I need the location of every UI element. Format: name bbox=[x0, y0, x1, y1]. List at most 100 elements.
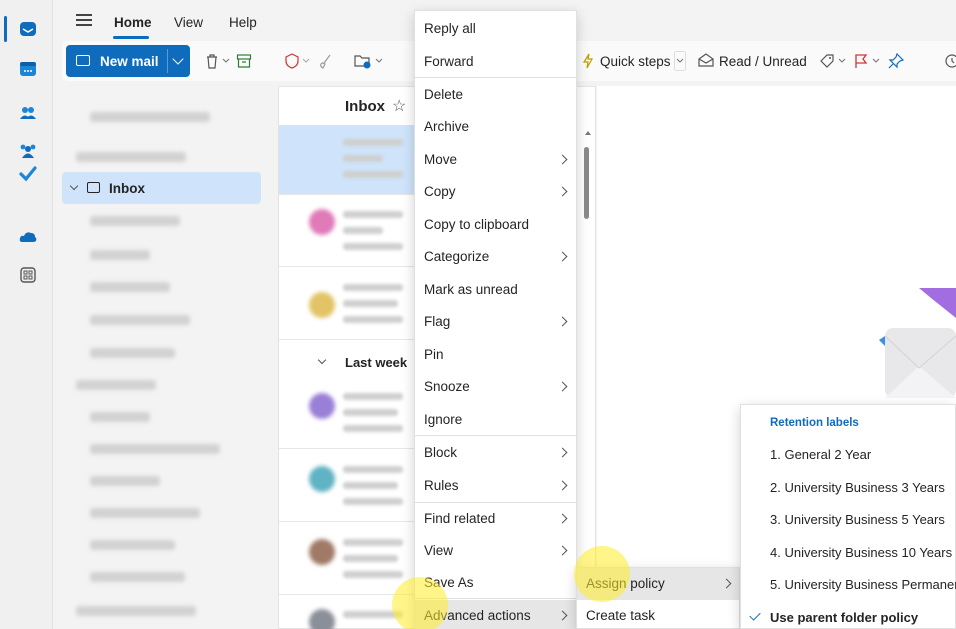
message-row[interactable] bbox=[279, 125, 415, 195]
menu-item-snooze[interactable]: Snooze bbox=[415, 371, 576, 403]
message-row[interactable] bbox=[279, 525, 415, 595]
hamburger-menu-icon[interactable] bbox=[76, 14, 92, 26]
tag-dropdown-icon[interactable] bbox=[838, 58, 846, 64]
active-app-indicator bbox=[4, 16, 7, 42]
folder-item-inbox[interactable]: Inbox bbox=[62, 172, 261, 204]
folder-item-blurred[interactable] bbox=[90, 476, 160, 486]
assign-policy-submenu: Retention labels 1. General 2 Year 2. Uni… bbox=[740, 404, 956, 629]
calendar-app-icon[interactable] bbox=[19, 60, 37, 78]
menu-item-delete[interactable]: Delete bbox=[415, 79, 576, 111]
people-app-icon[interactable] bbox=[19, 104, 37, 122]
menu-item-rules[interactable]: Rules bbox=[415, 470, 576, 502]
folder-item-blurred[interactable] bbox=[90, 444, 220, 454]
folder-item-blurred[interactable] bbox=[90, 282, 170, 292]
retention-option[interactable]: 4. University Business 10 Years bbox=[741, 536, 955, 568]
flag-dropdown-icon[interactable] bbox=[872, 58, 880, 64]
delete-dropdown-icon[interactable] bbox=[222, 58, 230, 64]
collapse-caret-icon[interactable] bbox=[69, 181, 79, 191]
message-row[interactable] bbox=[279, 379, 415, 449]
report-dropdown-icon[interactable] bbox=[302, 58, 310, 64]
menu-item-create-task[interactable]: Create task bbox=[577, 600, 739, 629]
menu-item-block[interactable]: Block bbox=[415, 437, 576, 469]
menu-item-copy-to-clipboard[interactable]: Copy to clipboard bbox=[415, 209, 576, 241]
favorite-star-icon[interactable]: ☆ bbox=[392, 96, 406, 116]
pin-icon[interactable] bbox=[888, 53, 904, 69]
archive-icon[interactable] bbox=[236, 53, 252, 69]
scroll-up-arrow-icon[interactable] bbox=[585, 131, 591, 135]
menu-item-save-as[interactable]: Save As bbox=[415, 567, 576, 599]
menu-item-view[interactable]: View bbox=[415, 535, 576, 567]
account-name-blurred bbox=[90, 112, 210, 122]
menu-item-find-related[interactable]: Find related bbox=[415, 503, 576, 535]
chevron-down-icon[interactable] bbox=[317, 355, 327, 365]
folder-item-blurred[interactable] bbox=[76, 380, 156, 390]
retention-option[interactable]: 3. University Business 5 Years bbox=[741, 503, 955, 535]
report-icon[interactable] bbox=[285, 53, 299, 69]
move-dropdown-icon[interactable] bbox=[375, 58, 383, 64]
flag-icon[interactable] bbox=[854, 53, 868, 69]
read-unread-label[interactable]: Read / Unread bbox=[719, 54, 807, 69]
folder-item-blurred[interactable] bbox=[90, 508, 200, 518]
mail-app-icon[interactable] bbox=[19, 20, 37, 38]
tab-help[interactable]: Help bbox=[229, 15, 257, 30]
move-to-folder-icon[interactable] bbox=[354, 53, 372, 69]
menu-item-archive[interactable]: Archive bbox=[415, 111, 576, 143]
message-row[interactable] bbox=[279, 270, 415, 340]
group-header[interactable]: Last week bbox=[279, 350, 415, 378]
menu-item-flag[interactable]: Flag bbox=[415, 306, 576, 338]
avatar bbox=[309, 466, 335, 492]
retention-option[interactable]: 2. University Business 3 Years bbox=[741, 471, 955, 503]
retention-option[interactable]: 5. University Business Permanent bbox=[741, 568, 956, 600]
preview-blurred bbox=[343, 498, 403, 505]
todo-app-icon[interactable] bbox=[19, 164, 37, 182]
tab-home[interactable]: Home bbox=[114, 15, 152, 30]
menu-item-categorize[interactable]: Categorize bbox=[415, 241, 576, 273]
preview-blurred bbox=[343, 243, 403, 250]
tab-view[interactable]: View bbox=[174, 15, 203, 30]
menu-item-ignore[interactable]: Ignore bbox=[415, 404, 576, 436]
delete-icon[interactable] bbox=[205, 53, 219, 69]
folder-item-blurred[interactable] bbox=[90, 572, 185, 582]
scroll-thumb[interactable] bbox=[584, 147, 589, 219]
sweep-icon[interactable] bbox=[318, 53, 334, 69]
chevron-right-icon bbox=[557, 381, 568, 392]
folder-item-blurred[interactable] bbox=[76, 606, 196, 616]
folder-item-blurred[interactable] bbox=[90, 540, 175, 550]
folder-item-blurred[interactable] bbox=[90, 216, 180, 226]
folder-item-blurred[interactable] bbox=[90, 412, 150, 422]
folder-item-blurred[interactable] bbox=[90, 250, 150, 260]
sender-blurred bbox=[343, 611, 403, 618]
menu-item-mark-as-unread[interactable]: Mark as unread bbox=[415, 274, 576, 306]
message-list-scrollbar[interactable] bbox=[584, 127, 591, 227]
menu-item-assign-policy[interactable]: Assign policy bbox=[577, 568, 739, 600]
subject-blurred bbox=[343, 300, 398, 307]
message-row[interactable] bbox=[279, 597, 415, 629]
quick-steps-label[interactable]: Quick steps bbox=[600, 54, 671, 69]
onedrive-app-icon[interactable] bbox=[19, 228, 37, 246]
menu-item-advanced-actions[interactable]: Advanced actions bbox=[415, 600, 576, 629]
message-row[interactable] bbox=[279, 197, 415, 267]
retention-option[interactable]: 1. General 2 Year bbox=[741, 438, 955, 470]
menu-item-pin[interactable]: Pin bbox=[415, 339, 576, 371]
folder-item-blurred[interactable] bbox=[90, 348, 175, 358]
menu-item-copy[interactable]: Copy bbox=[415, 176, 576, 208]
more-apps-icon[interactable] bbox=[19, 266, 37, 284]
retention-option[interactable]: Use parent folder policy bbox=[741, 601, 955, 629]
groups-app-icon[interactable] bbox=[19, 142, 37, 160]
chevron-right-icon bbox=[557, 480, 568, 491]
tag-icon[interactable] bbox=[819, 53, 835, 69]
chevron-down-icon[interactable] bbox=[172, 53, 184, 65]
menu-item-reply-all[interactable]: Reply all bbox=[415, 13, 576, 45]
menu-item-forward[interactable]: Forward bbox=[415, 46, 576, 78]
avatar bbox=[309, 393, 335, 419]
new-mail-button[interactable]: New mail bbox=[66, 45, 190, 77]
quick-steps-dropdown-icon[interactable] bbox=[674, 51, 686, 71]
subject-blurred bbox=[343, 155, 383, 162]
checkmark-icon bbox=[749, 608, 761, 621]
snooze-clock-icon[interactable] bbox=[944, 53, 956, 69]
message-row[interactable] bbox=[279, 452, 415, 522]
retention-option-label: Use parent folder policy bbox=[770, 609, 919, 625]
folder-item-blurred[interactable] bbox=[90, 315, 190, 325]
menu-item-move[interactable]: Move bbox=[415, 144, 576, 176]
retention-option-label: 1. General 2 Year bbox=[770, 447, 872, 462]
